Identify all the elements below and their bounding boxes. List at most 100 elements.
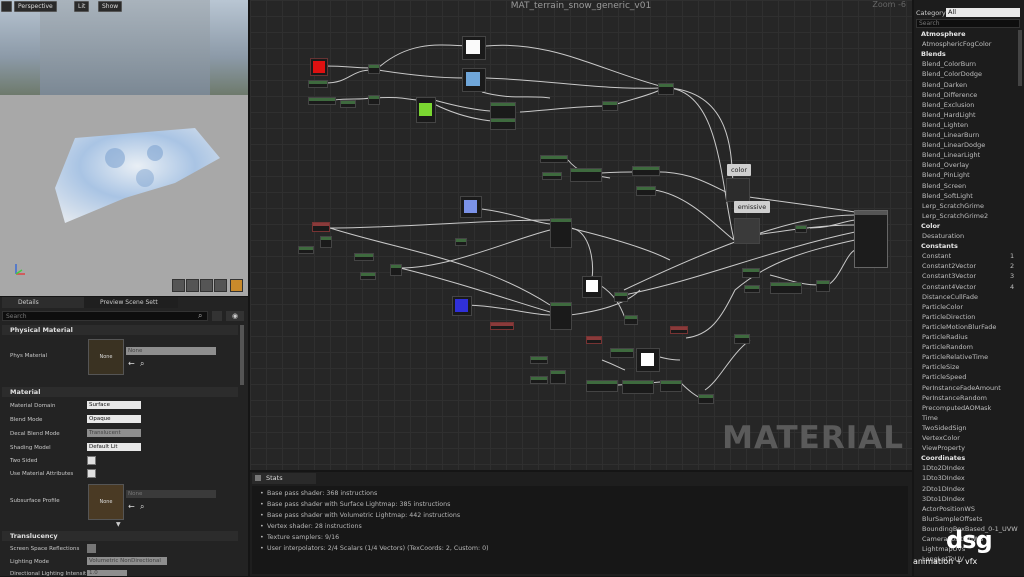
palette-item[interactable]: DistanceCullFade	[922, 293, 978, 301]
palette-category[interactable]: Constants	[916, 242, 958, 250]
node-multiply[interactable]	[602, 101, 618, 111]
palette-item[interactable]: Blend_HardLight	[922, 111, 976, 119]
palette-category[interactable]: Atmosphere	[916, 30, 966, 38]
node-multiply[interactable]	[340, 100, 356, 108]
node-texture-sample[interactable]	[550, 302, 572, 330]
palette-item[interactable]: Time	[922, 414, 938, 422]
node-scalar-param[interactable]	[455, 238, 467, 246]
palette-item[interactable]: Blend_ColorBurn	[922, 60, 976, 68]
node-scalar-param[interactable]	[360, 272, 376, 280]
phys-material-thumbnail[interactable]: None	[88, 339, 124, 375]
node-texture-normal[interactable]	[460, 196, 482, 218]
palette-item[interactable]: Blend_Darken	[922, 81, 967, 89]
palette-item[interactable]: ViewProperty	[922, 444, 965, 452]
expand-advanced-icon[interactable]: ▼	[116, 521, 121, 528]
tab-stats[interactable]: Stats	[252, 473, 316, 484]
node-lerp[interactable]	[368, 64, 380, 74]
node-clamp[interactable]	[624, 315, 638, 325]
node-texture-blue[interactable]	[452, 296, 472, 316]
viewport-menu-button[interactable]	[1, 1, 12, 12]
sphere-preview-icon[interactable]	[186, 279, 199, 292]
section-material[interactable]: Material	[2, 387, 238, 397]
category-dropdown[interactable]: All	[946, 8, 1020, 17]
subsurface-profile-thumbnail[interactable]: None	[88, 484, 124, 520]
node-add[interactable]	[550, 370, 566, 384]
node-color-green[interactable]	[416, 97, 436, 123]
palette-item[interactable]: Constant	[922, 252, 951, 260]
palette-category[interactable]: Coordinates	[916, 454, 965, 462]
tab-preview-scene-settings[interactable]: Preview Scene Sett	[84, 297, 178, 308]
node-multiply[interactable]	[320, 236, 332, 248]
blend-mode-dropdown[interactable]: Opaque	[87, 415, 141, 423]
palette-item[interactable]: BlurSampleOffsets	[922, 515, 982, 523]
node-scalar-param[interactable]	[354, 253, 374, 261]
perspective-button[interactable]: Perspective	[14, 1, 57, 12]
palette-item[interactable]: Blend_LinearDodge	[922, 141, 985, 149]
details-scrollbar[interactable]	[240, 325, 244, 385]
node-clamp[interactable]	[636, 186, 656, 196]
node-scalar-param[interactable]	[540, 155, 568, 163]
node-scalar-param[interactable]	[586, 336, 602, 344]
directional-lighting-intensity-input[interactable]: 1.0	[87, 570, 127, 576]
node-reroute-color[interactable]	[726, 178, 750, 202]
node-power[interactable]	[570, 168, 602, 182]
node-scalar-param[interactable]	[670, 326, 688, 334]
palette-category[interactable]: Color	[916, 222, 940, 230]
screen-space-reflections-checkbox[interactable]	[87, 544, 96, 553]
cube-preview-icon[interactable]	[214, 279, 227, 292]
plane-preview-icon[interactable]	[200, 279, 213, 292]
palette-item[interactable]: 2Dto1DIndex	[922, 485, 965, 493]
node-lerp[interactable]	[368, 95, 380, 105]
node-multiply[interactable]	[632, 166, 660, 176]
palette-item[interactable]: Blend_Overlay	[922, 161, 969, 169]
eye-icon[interactable]: ◉	[226, 311, 244, 321]
node-scalar-param[interactable]	[795, 225, 807, 233]
node-texture-snow[interactable]	[462, 68, 486, 92]
palette-item[interactable]: Blend_ColorDodge	[922, 70, 982, 78]
shading-model-dropdown[interactable]: Default Lit	[87, 443, 141, 451]
node-scalar-param[interactable]	[542, 172, 562, 180]
phys-material-dropdown[interactable]: None	[126, 347, 216, 355]
node-constant-white[interactable]	[636, 348, 660, 372]
palette-item[interactable]: ParticleSpeed	[922, 373, 966, 381]
preview-viewport[interactable]: Perspective Lit Show	[0, 0, 248, 296]
palette-item[interactable]: PerInstanceFadeAmount	[922, 384, 1001, 392]
node-constant-white[interactable]	[582, 276, 602, 298]
browse-search-icon[interactable]: ⌕	[140, 359, 144, 369]
palette-item[interactable]: 1Dto3DIndex	[922, 474, 965, 482]
palette-item[interactable]: 3Dto1DIndex	[922, 495, 965, 503]
node-texture-white[interactable]	[462, 36, 486, 60]
node-scalar-param[interactable]	[742, 268, 760, 278]
palette-item[interactable]: ParticleColor	[922, 303, 963, 311]
palette-item[interactable]: Blend_SoftLight	[922, 192, 973, 200]
section-physical-material[interactable]: Physical Material	[2, 325, 238, 335]
node-reroute-emissive[interactable]	[734, 218, 760, 244]
node-scalar-param[interactable]	[308, 80, 328, 88]
node-append[interactable]	[390, 264, 402, 276]
node-scalar-param[interactable]	[298, 246, 314, 254]
use-material-attributes-checkbox[interactable]	[87, 469, 96, 478]
palette-item[interactable]: PrecomputedAOMask	[922, 404, 991, 412]
subsurface-profile-dropdown[interactable]: None	[126, 490, 216, 498]
palette-item[interactable]: ActorPositionWS	[922, 505, 975, 513]
palette-item[interactable]: ParticleSize	[922, 363, 959, 371]
node-scalar-param[interactable]	[744, 285, 760, 293]
decal-blend-mode-dropdown[interactable]: Translucent	[87, 429, 141, 437]
palette-item[interactable]: Constant2Vector	[922, 262, 976, 270]
palette-item[interactable]: Blend_PinLight	[922, 171, 970, 179]
mesh-preview-icon[interactable]	[230, 279, 243, 292]
palette-item[interactable]: VertexColor	[922, 434, 960, 442]
material-graph-canvas[interactable]: MAT_terrain_snow_generic_v01 Zoom -6 col…	[250, 0, 912, 470]
palette-item[interactable]: Blend_Screen	[922, 182, 966, 190]
lit-button[interactable]: Lit	[74, 1, 90, 12]
node-lerp[interactable]	[658, 83, 674, 95]
node-scalar-param[interactable]	[586, 380, 618, 392]
palette-item[interactable]: Blend_Difference	[922, 91, 977, 99]
palette-item[interactable]: AtmosphericFogColor	[922, 40, 991, 48]
palette-item[interactable]: ParticleRandom	[922, 343, 973, 351]
node-scalar-param[interactable]	[308, 97, 336, 105]
node-scalar-param[interactable]	[698, 394, 714, 404]
palette-item[interactable]: 1Dto2DIndex	[922, 464, 965, 472]
palette-item[interactable]: ParticleDirection	[922, 313, 975, 321]
node-multiply[interactable]	[816, 280, 830, 292]
